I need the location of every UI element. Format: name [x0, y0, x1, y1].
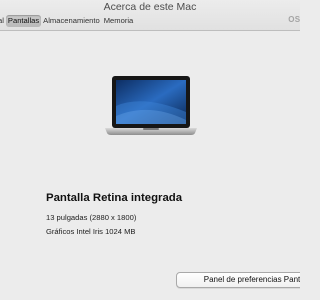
window-title: Acerca de este Mac [103, 1, 197, 13]
about-this-mac-window: Acerca de este Mac OSX al Pantallas Alma… [0, 0, 300, 300]
tab-memoria[interactable]: Memoria [102, 15, 136, 27]
display-preferences-button[interactable]: Panel de preferencias Pant [176, 272, 300, 288]
display-graphics: Gráficos Intel Iris 1024 MB [46, 227, 136, 236]
display-size-resolution: 13 pulgadas (2880 x 1800) [46, 213, 137, 222]
title-bar: Acerca de este Mac OSX al Pantallas Alma… [0, 0, 300, 31]
osx-logo: OSX [288, 15, 300, 24]
displays-pane: Pantalla Retina integrada 13 pulgadas (2… [0, 32, 300, 300]
tab-almacenamiento[interactable]: Almacenamiento [41, 15, 102, 27]
tab-bar: al Pantallas Almacenamiento Memoria [0, 14, 135, 28]
macbook-pro-retina-icon [105, 76, 197, 135]
tab-pantallas[interactable]: Pantallas [5, 15, 42, 27]
display-name: Pantalla Retina integrada [46, 192, 183, 204]
